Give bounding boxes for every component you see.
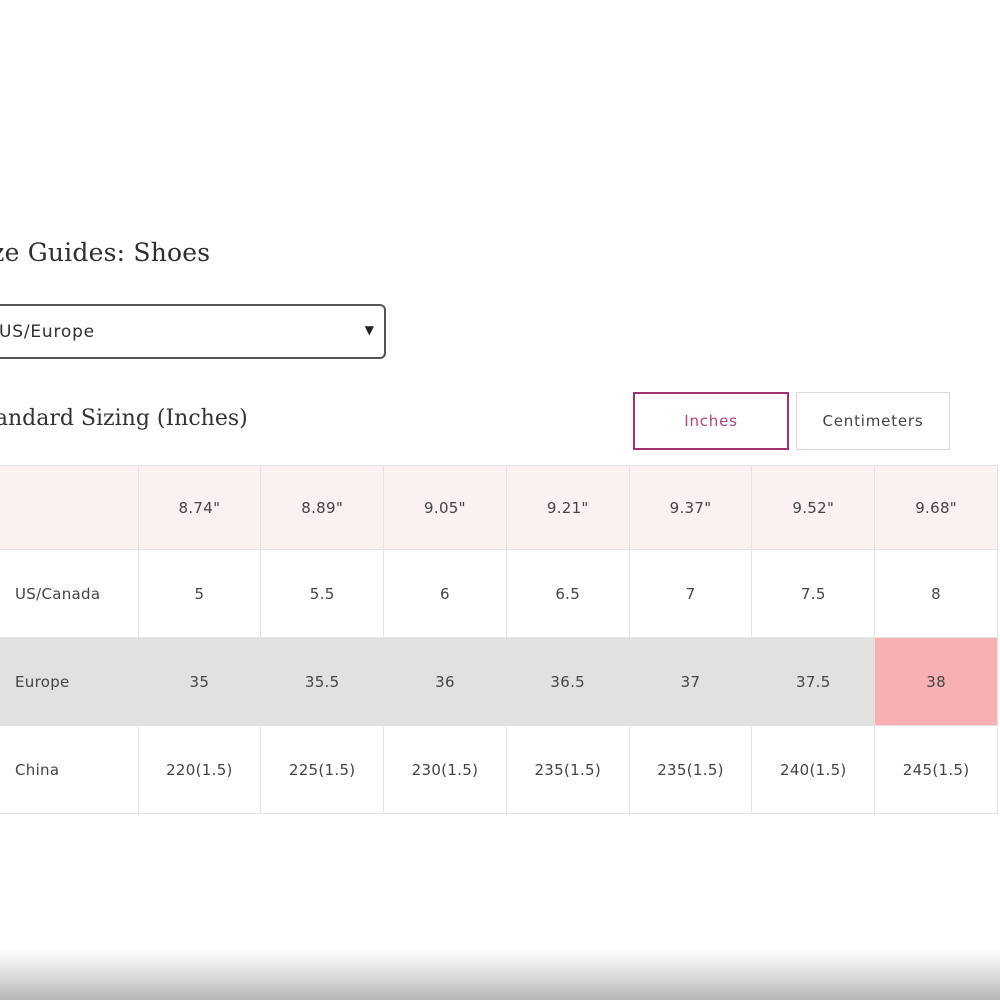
table-cell: 235(1.5) [505, 725, 630, 814]
bottom-overlay-fade [0, 948, 1000, 1000]
table-header-row: 8.74" 8.89" 9.05" 9.21" 9.37" 9.52" 9.68… [0, 465, 998, 550]
table-cell: 7.5 [751, 549, 876, 638]
table-header-cell: 8.74" [137, 465, 262, 550]
table-cell: 245(1.5) [874, 725, 998, 814]
table-cell: 6.5 [505, 549, 630, 638]
row-label: US/Canada [0, 549, 139, 638]
table-cell: 35 [137, 637, 262, 726]
table-cell: 235(1.5) [628, 725, 753, 814]
table-cell: 36 [383, 637, 507, 726]
table-header-cell: 9.37" [628, 465, 753, 550]
centimeters-button[interactable]: Centimeters [796, 392, 950, 450]
table-cell: 5 [137, 549, 262, 638]
table-cell: 8 [874, 549, 998, 638]
region-select[interactable]: US/Europe ▼ [0, 304, 386, 359]
table-cell: 6 [383, 549, 507, 638]
table-header-cell: 9.21" [505, 465, 630, 550]
highlighted-cell: 38 [874, 637, 998, 726]
table-row-highlighted: Europe 35 35.5 36 36.5 37 37.5 38 [0, 637, 998, 726]
region-select-value: US/Europe [0, 322, 95, 342]
table-header-label [0, 465, 139, 550]
table-row: China 220(1.5) 225(1.5) 230(1.5) 235(1.5… [0, 725, 998, 814]
dropdown-arrow-icon: ▼ [364, 323, 374, 337]
table-cell: 7 [628, 549, 753, 638]
table-cell: 230(1.5) [383, 725, 507, 814]
size-table: 8.74" 8.89" 9.05" 9.21" 9.37" 9.52" 9.68… [0, 465, 998, 814]
table-header-cell: 9.05" [383, 465, 507, 550]
table-cell: 37 [628, 637, 753, 726]
table-cell: 225(1.5) [260, 725, 385, 814]
table-cell: 5.5 [260, 549, 385, 638]
table-row: US/Canada 5 5.5 6 6.5 7 7.5 8 [0, 549, 998, 638]
row-label: Europe [0, 637, 139, 726]
table-header-cell: 9.52" [751, 465, 876, 550]
section-title: tandard Sizing (Inches) [0, 406, 248, 431]
table-header-cell: 9.68" [874, 465, 998, 550]
table-cell: 36.5 [505, 637, 630, 726]
table-cell: 37.5 [751, 637, 876, 726]
table-cell: 35.5 [260, 637, 385, 726]
row-label: China [0, 725, 139, 814]
table-cell: 220(1.5) [137, 725, 262, 814]
inches-button[interactable]: Inches [633, 392, 789, 450]
table-cell: 240(1.5) [751, 725, 876, 814]
table-header-cell: 8.89" [260, 465, 385, 550]
page-title: ize Guides: Shoes [0, 238, 211, 267]
